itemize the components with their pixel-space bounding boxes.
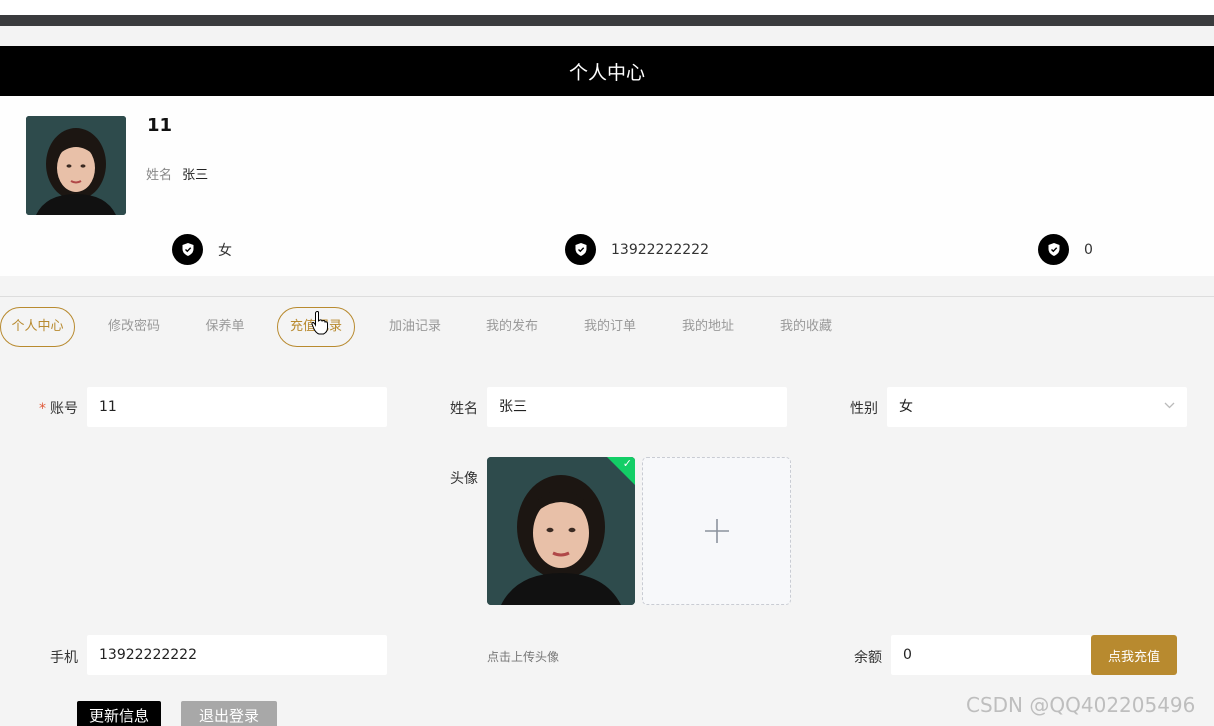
page-title: 个人中心 xyxy=(568,61,645,84)
plus-icon xyxy=(704,519,729,543)
gender-label: 性别 xyxy=(850,401,878,417)
shield-icon xyxy=(172,234,203,265)
balance-label: 余额 xyxy=(854,650,882,666)
upload-tip: 点击上传头像 xyxy=(487,650,560,664)
profile-card: 11 姓名 张三 女 13922222222 0 xyxy=(0,96,1214,276)
profile-name-row: 姓名 张三 xyxy=(146,164,208,183)
top-strip xyxy=(0,15,1214,26)
chevron-down-icon xyxy=(1164,402,1175,409)
avatar-label: 头像 xyxy=(450,471,478,487)
stat-balance: 0 xyxy=(1038,234,1093,265)
profile-username: 11 xyxy=(147,115,173,136)
watermark: CSDN @QQ402205496 xyxy=(966,693,1196,717)
name-label: 姓名 xyxy=(450,401,478,417)
balance-input[interactable]: 0 xyxy=(891,635,1091,675)
hand-cursor-icon xyxy=(311,311,328,335)
stat-gender-value: 女 xyxy=(218,242,232,259)
uploaded-avatar-image[interactable]: ✓ xyxy=(487,457,635,605)
required-asterisk: * xyxy=(39,401,46,417)
update-info-button[interactable]: 更新信息 xyxy=(77,701,161,726)
check-icon: ✓ xyxy=(622,457,632,470)
phone-label: 手机 xyxy=(50,650,78,666)
stat-phone-value: 13922222222 xyxy=(611,241,709,258)
upload-avatar-button[interactable] xyxy=(642,457,791,605)
tab-my-orders[interactable]: 我的订单 xyxy=(575,307,645,347)
gender-select[interactable]: 女 xyxy=(887,387,1187,427)
profile-name-label: 姓名 xyxy=(146,168,173,183)
page-header: 个人中心 xyxy=(0,46,1214,96)
recharge-button[interactable]: 点我充值 xyxy=(1091,635,1177,675)
shield-icon xyxy=(565,234,596,265)
browser-top xyxy=(0,0,1214,15)
avatar xyxy=(26,116,126,215)
tab-my-posts[interactable]: 我的发布 xyxy=(477,307,547,347)
stat-gender: 女 xyxy=(172,234,232,265)
profile-name-value: 张三 xyxy=(182,168,209,183)
spacer xyxy=(0,26,1214,46)
gender-value: 女 xyxy=(899,399,913,415)
account-input[interactable]: 11 xyxy=(87,387,387,427)
tab-my-address[interactable]: 我的地址 xyxy=(673,307,743,347)
stat-phone: 13922222222 xyxy=(565,234,709,265)
phone-input[interactable]: 13922222222 xyxy=(87,635,387,675)
tab-maintenance[interactable]: 保养单 xyxy=(196,307,254,347)
shield-icon xyxy=(1038,234,1069,265)
divider xyxy=(0,296,1214,297)
logout-button[interactable]: 退出登录 xyxy=(181,701,277,726)
tab-personal-center[interactable]: 个人中心 xyxy=(0,307,75,347)
tab-my-favorites[interactable]: 我的收藏 xyxy=(771,307,841,347)
name-input[interactable]: 张三 xyxy=(487,387,787,427)
account-label: * 账号 xyxy=(30,398,78,418)
tab-fuel-records[interactable]: 加油记录 xyxy=(380,307,450,347)
tab-change-password[interactable]: 修改密码 xyxy=(98,307,170,347)
account-label-text: 账号 xyxy=(50,401,78,417)
stat-balance-value: 0 xyxy=(1084,241,1093,258)
